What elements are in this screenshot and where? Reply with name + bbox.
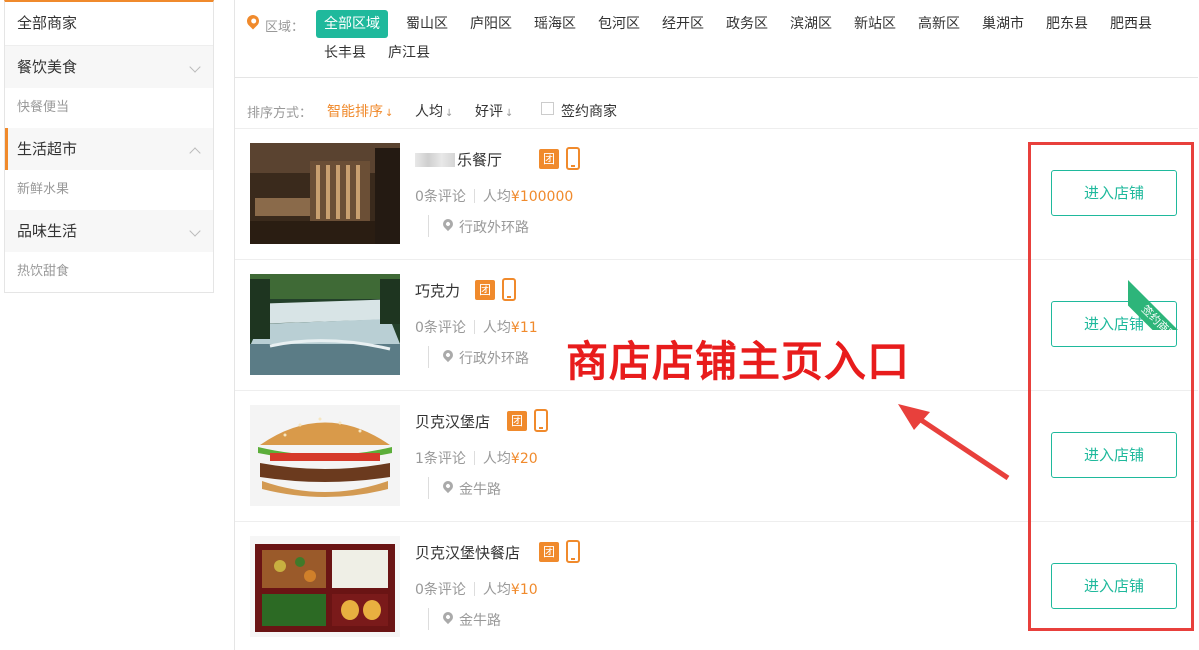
sidebar-category-life[interactable]: 品味生活 — [5, 210, 213, 252]
avg-price: ¥20 — [510, 451, 538, 467]
review-count: 0条评论 — [415, 189, 466, 205]
store-thumbnail[interactable] — [250, 405, 400, 506]
avg-label: 人均 — [482, 320, 511, 336]
sidebar-item-all[interactable]: 全部商家 — [5, 2, 213, 46]
sort-arrow-icon: ↓ — [505, 108, 514, 119]
location-text: 行政外环路 — [459, 220, 529, 236]
store-meta: 0条评论 人均¥11 — [415, 317, 538, 337]
signed-merchant-checkbox[interactable] — [541, 102, 554, 115]
store-name[interactable]: 乐餐厅 — [415, 149, 502, 170]
store-name-text: 乐餐厅 — [457, 151, 503, 169]
group-buy-tag: 团 — [539, 149, 559, 169]
region-option[interactable]: 长丰县 — [316, 39, 374, 67]
sort-arrow-icon: ↓ — [385, 108, 394, 119]
sort-option-price[interactable]: 人均 ↓ — [415, 101, 453, 121]
sort-option-label: 智能排序 — [327, 104, 383, 120]
sidebar-category-label: 生活超市 — [17, 140, 78, 158]
group-buy-tag: 团 — [475, 280, 495, 300]
review-count: 1条评论 — [415, 451, 466, 467]
region-option[interactable]: 全部区域 — [316, 10, 388, 38]
avg-label: 人均 — [482, 582, 511, 598]
sidebar-category-supermarket[interactable]: 生活超市 — [5, 128, 213, 170]
chevron-down-icon — [189, 225, 201, 237]
sidebar-category-label: 品味生活 — [17, 222, 78, 240]
location-text: 行政外环路 — [459, 351, 529, 367]
avg-label: 人均 — [482, 189, 511, 205]
location-text: 金牛路 — [459, 482, 501, 498]
phone-icon — [566, 147, 580, 170]
store-meta: 0条评论 人均¥10 — [415, 579, 538, 599]
sort-option-label: 好评 — [475, 104, 503, 120]
location-pin-icon — [244, 12, 262, 30]
store-meta: 0条评论 人均¥100000 — [415, 186, 573, 206]
chevron-down-icon — [189, 61, 201, 73]
blurred-text — [415, 153, 455, 167]
location-pin-icon — [440, 478, 456, 494]
avg-price: ¥11 — [510, 320, 538, 336]
category-sidebar: 全部商家 餐饮美食 快餐便当 生活超市 新鲜水果 品味生活 热饮甜食 — [4, 0, 214, 293]
region-option[interactable]: 经开区 — [654, 10, 712, 38]
sort-label: 排序方式： — [247, 106, 313, 121]
sort-option-label: 人均 — [415, 104, 443, 120]
region-option[interactable]: 巢湖市 — [974, 10, 1032, 38]
group-buy-tag: 团 — [507, 411, 527, 431]
highlight-box — [1028, 142, 1194, 631]
sort-option-rating[interactable]: 好评 ↓ — [475, 101, 513, 121]
region-option[interactable]: 高新区 — [910, 10, 968, 38]
store-name[interactable]: 贝克汉堡快餐店 — [415, 542, 520, 563]
location-text: 金牛路 — [459, 613, 501, 629]
annotation-arrow-icon — [898, 404, 1010, 481]
region-option[interactable]: 蜀山区 — [398, 10, 456, 38]
region-option[interactable]: 庐江县 — [380, 39, 438, 67]
phone-icon — [502, 278, 516, 301]
review-count: 0条评论 — [415, 582, 466, 598]
store-thumbnail[interactable] — [250, 274, 400, 375]
chevron-up-icon — [189, 147, 201, 159]
region-option[interactable]: 政务区 — [718, 10, 776, 38]
location-pin-icon — [440, 216, 456, 232]
sidebar-subitem-drinks[interactable]: 热饮甜食 — [5, 252, 213, 292]
phone-icon — [534, 409, 548, 432]
region-option[interactable]: 肥西县 — [1102, 10, 1160, 38]
area-filter-label: 区域： — [265, 20, 305, 35]
signed-merchant-label: 签约商家 — [561, 104, 617, 120]
sidebar-subitem-fruit[interactable]: 新鲜水果 — [5, 170, 213, 210]
review-count: 0条评论 — [415, 320, 466, 336]
region-option[interactable]: 滨湖区 — [782, 10, 840, 38]
avg-price: ¥10 — [510, 582, 538, 598]
region-option[interactable]: 包河区 — [590, 10, 648, 38]
region-option[interactable]: 瑶海区 — [526, 10, 584, 38]
sidebar-subitem-fastfood[interactable]: 快餐便当 — [5, 88, 213, 128]
annotation-text: 商店店铺主页入口 — [566, 337, 911, 386]
store-name[interactable]: 巧克力 — [415, 280, 460, 301]
sidebar-category-label: 餐饮美食 — [17, 58, 78, 76]
avg-price: ¥100000 — [510, 189, 574, 205]
sort-option-smart[interactable]: 智能排序 ↓ — [327, 101, 393, 121]
location-pin-icon — [440, 347, 456, 363]
region-option[interactable]: 庐阳区 — [462, 10, 520, 38]
store-meta: 1条评论 人均¥20 — [415, 448, 538, 468]
location-pin-icon — [440, 609, 456, 625]
region-option[interactable]: 新站区 — [846, 10, 904, 38]
area-filter: 区域： 全部区域 蜀山区 庐阳区 瑶海区 包河区 经开区 政务区 滨湖区 新站区… — [235, 0, 1198, 78]
sidebar-category-food[interactable]: 餐饮美食 — [5, 46, 213, 88]
store-thumbnail[interactable] — [250, 536, 400, 637]
store-thumbnail[interactable] — [250, 143, 400, 244]
sort-bar: 排序方式： 智能排序 ↓ 人均 ↓ 好评 ↓ 签约商家 — [235, 92, 1198, 129]
avg-label: 人均 — [482, 451, 511, 467]
store-name[interactable]: 贝克汉堡店 — [415, 411, 490, 432]
sort-arrow-icon: ↓ — [445, 108, 454, 119]
phone-icon — [566, 540, 580, 563]
group-buy-tag: 团 — [539, 542, 559, 562]
region-option[interactable]: 肥东县 — [1038, 10, 1096, 38]
